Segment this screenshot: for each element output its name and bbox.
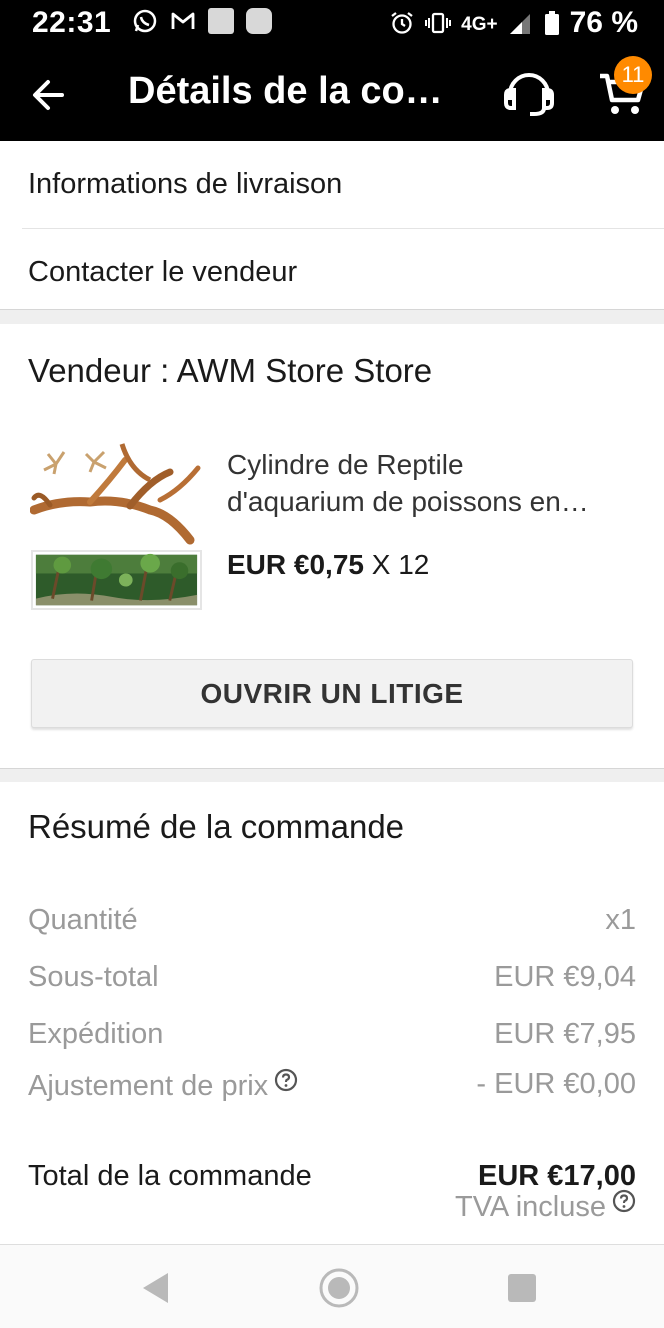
contact-seller-link[interactable]: Contacter le vendeur	[0, 229, 664, 316]
product-price-quantity: EUR €0,75 X 12	[227, 549, 429, 581]
section-separator	[0, 309, 664, 324]
gmail-icon	[171, 12, 195, 29]
product-name-line2: d'aquarium de poissons en…	[227, 486, 589, 517]
status-notification-icons	[132, 8, 272, 34]
cart-count-badge: 11	[614, 56, 652, 94]
back-arrow-icon[interactable]	[24, 70, 74, 120]
help-circle-icon[interactable]	[612, 1189, 636, 1213]
summary-label: Ajustement de prix	[28, 1070, 269, 1102]
nav-recent-icon[interactable]	[508, 1274, 536, 1302]
summary-value: x1	[605, 904, 636, 936]
product-image-driftwood[interactable]	[30, 440, 206, 550]
open-dispute-button[interactable]: OUVRIR UN LITIGE	[31, 659, 633, 728]
app-bar: Détails de la co… 11	[0, 46, 664, 141]
vibrate-icon	[425, 12, 452, 34]
nav-home-icon[interactable]	[318, 1267, 360, 1309]
alarm-icon	[391, 12, 413, 34]
whatsapp-icon	[133, 9, 157, 33]
delivery-info-link[interactable]: Informations de livraison	[0, 141, 664, 228]
summary-label: Quantité	[28, 904, 138, 936]
page-title: Détails de la co…	[128, 70, 443, 112]
notification-rounded-icon	[246, 8, 272, 34]
summary-label-with-help: Ajustement de prix	[28, 1068, 298, 1103]
nav-back-icon[interactable]	[140, 1271, 170, 1305]
notification-square-icon	[208, 8, 234, 34]
system-nav-bar	[0, 1244, 664, 1328]
summary-value: EUR €7,95	[494, 1018, 636, 1050]
order-menu: Informations de livraison Contacter le v…	[0, 141, 664, 316]
product-image-aquarium[interactable]	[31, 550, 202, 610]
status-bar: 22:31 4G+ 76 %	[0, 0, 664, 46]
summary-label: Sous-total	[28, 961, 159, 993]
headset-icon[interactable]	[500, 68, 558, 120]
section-separator	[0, 768, 664, 782]
order-summary: Résumé de la commande Quantité x1 Sous-t…	[0, 782, 664, 1244]
status-system-icons: 4G+ 76 %	[389, 6, 638, 40]
help-circle-icon[interactable]	[274, 1068, 298, 1092]
battery-icon	[544, 11, 559, 35]
vendor-section: Vendeur : AWM Store Store Cylindre de Re…	[0, 324, 664, 768]
product-price: EUR €0,75	[227, 549, 364, 580]
signal-icon	[509, 14, 530, 34]
vendor-title: Vendeur : AWM Store Store	[28, 352, 433, 389]
order-total-label: Total de la commande	[28, 1160, 312, 1192]
vat-label: TVA incluse	[455, 1191, 606, 1223]
battery-percent: 76 %	[569, 6, 638, 39]
status-time: 22:31	[32, 6, 112, 39]
product-name-line1: Cylindre de Reptile	[227, 449, 464, 480]
summary-label: Expédition	[28, 1018, 164, 1050]
network-type: 4G+	[461, 14, 498, 35]
product-quantity: X 12	[371, 549, 430, 580]
summary-value: - EUR €0,00	[476, 1068, 636, 1100]
summary-title: Résumé de la commande	[28, 808, 405, 845]
vat-included: TVA incluse	[455, 1189, 636, 1224]
product-name[interactable]: Cylindre de Reptile d'aquarium de poisso…	[227, 446, 637, 520]
summary-value: EUR €9,04	[494, 961, 636, 993]
